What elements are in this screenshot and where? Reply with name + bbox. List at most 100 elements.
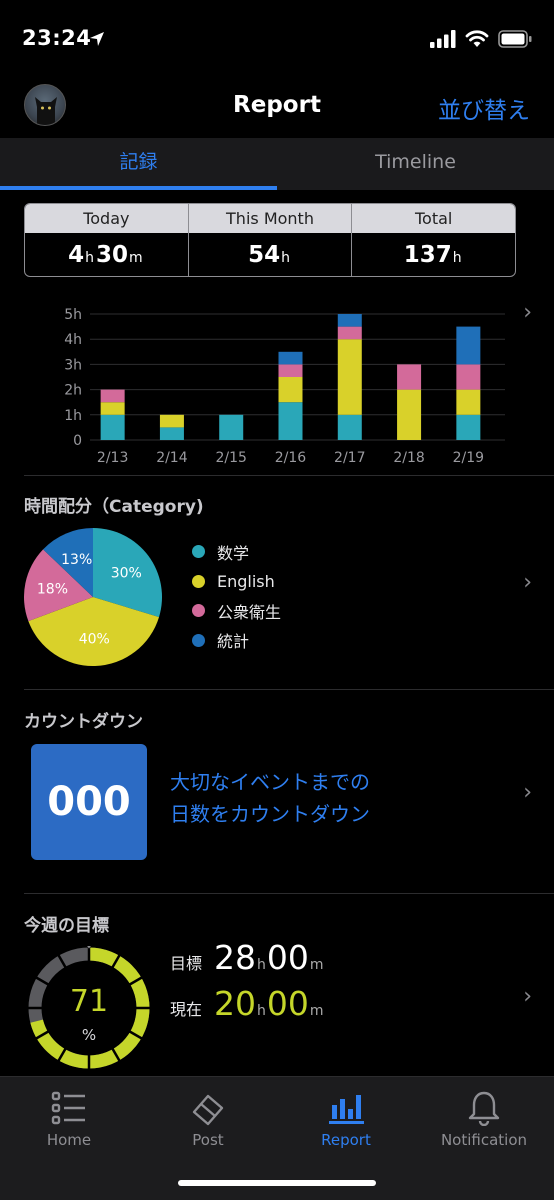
- bar-segment: [278, 364, 303, 377]
- home-indicator: [178, 1180, 376, 1186]
- legend-label: 公衆衛生: [217, 602, 282, 622]
- goal-target-hours: 28: [214, 938, 257, 977]
- legend-dot: [192, 633, 205, 647]
- bar-segment: [159, 427, 184, 440]
- today-minutes-unit: m: [128, 250, 143, 266]
- category-pie[interactable]: 30% 40% 18% 13%: [24, 528, 162, 666]
- divider: [24, 475, 554, 476]
- chart-chevron-icon[interactable]: ›: [523, 300, 532, 325]
- goal-chevron-icon[interactable]: ›: [523, 984, 532, 1009]
- y-tick-label: 2h: [64, 383, 82, 399]
- category-chevron-icon[interactable]: ›: [523, 570, 532, 595]
- legend-dot: [192, 574, 205, 588]
- y-tick-label: 5h: [64, 307, 82, 323]
- sort-button[interactable]: 並び替え: [438, 91, 530, 125]
- y-tick-label: 4h: [64, 332, 82, 348]
- legend-item: English: [192, 567, 281, 597]
- tabbar-notification[interactable]: Notification: [415, 1087, 553, 1149]
- legend-item: 公衆衛生: [192, 596, 281, 626]
- bar-segment: [397, 389, 422, 440]
- tabbar-report-label: Report: [321, 1131, 371, 1149]
- today-hours-unit: h: [85, 250, 94, 266]
- goal-current-m-unit: m: [309, 1003, 324, 1019]
- tabbar-post[interactable]: Post: [139, 1087, 277, 1149]
- bar-segment: [219, 414, 244, 440]
- countdown-chevron-icon[interactable]: ›: [523, 780, 532, 805]
- tab-records[interactable]: 記録: [0, 138, 277, 190]
- signal-icon: [430, 30, 456, 48]
- goal-current-minutes: 00: [266, 984, 309, 1023]
- total-hours: 137: [403, 242, 452, 268]
- bar-segment: [337, 326, 362, 340]
- goal-target-m-unit: m: [309, 957, 324, 973]
- countdown-description[interactable]: 大切なイベントまでの 日数をカウントダウン: [170, 766, 370, 830]
- x-tick-label: 2/13: [97, 450, 128, 466]
- segment-tabs: 記録 Timeline: [0, 138, 554, 190]
- goal-current-row: 現在 20 h 00 m: [170, 984, 325, 1023]
- summary-month-label: This Month: [188, 204, 352, 233]
- bar-segment: [337, 314, 362, 327]
- list-icon: [0, 1087, 138, 1129]
- divider: [24, 893, 554, 894]
- bar-chart-icon: [277, 1087, 415, 1129]
- tabbar-report[interactable]: Report: [277, 1087, 415, 1149]
- tab-timeline[interactable]: Timeline: [277, 138, 554, 190]
- legend-dot: [192, 545, 205, 559]
- pie-slice-label: 30%: [111, 565, 142, 581]
- x-tick-label: 2/19: [453, 450, 484, 466]
- legend-item: 統計: [192, 626, 281, 656]
- bar-segment: [100, 389, 125, 403]
- goal-target-minutes: 00: [266, 938, 309, 977]
- tabbar-notification-label: Notification: [440, 1131, 528, 1149]
- today-hours: 4: [68, 242, 85, 268]
- goal-current-hours: 20: [214, 984, 257, 1023]
- status-time: 23:24: [22, 26, 92, 50]
- location-arrow-icon: [90, 32, 104, 46]
- goal-target-h-unit: h: [257, 957, 266, 973]
- tabbar-home-label: Home: [46, 1131, 92, 1149]
- pie-slice-label: 18%: [37, 582, 68, 598]
- pie-slice-label: 40%: [79, 631, 110, 647]
- summary-today-label: Today: [25, 204, 188, 233]
- bar-segment: [456, 414, 481, 440]
- battery-icon: [498, 30, 532, 48]
- countdown-line-2: 日数をカウントダウン: [170, 802, 370, 826]
- x-tick-label: 2/18: [393, 450, 424, 466]
- goal-percent: 71: [69, 984, 109, 1019]
- nav-header: Report 並び替え: [0, 80, 554, 138]
- summary-month-value: 54h: [189, 233, 352, 276]
- tabbar-post-label: Post: [192, 1131, 224, 1149]
- bar-segment: [159, 414, 184, 428]
- legend-label: 数学: [217, 543, 250, 563]
- summary-today: Today 4h30m: [25, 204, 189, 276]
- category-title: 時間配分（Category): [24, 497, 204, 517]
- bar-segment: [337, 339, 362, 415]
- summary-today-value: 4h30m: [25, 233, 188, 276]
- tabbar-home[interactable]: Home: [0, 1087, 138, 1149]
- today-minutes: 30: [95, 242, 128, 268]
- countdown-title: カウントダウン: [24, 712, 143, 732]
- category-legend: 数学 English 公衆衛生 統計: [192, 537, 281, 655]
- legend-label: English: [217, 571, 275, 591]
- goal-target-row: 目標 28 h 00 m: [170, 938, 325, 977]
- bar-chart-svg: 0 1h 2h 3h 4h 5h 2/13 2/14 2/15 2/16 2/17 2/18 2/19: [64, 307, 505, 466]
- goal-percent-unit: %: [81, 1026, 97, 1044]
- bar-segment: [278, 377, 303, 403]
- month-hours-unit: h: [281, 250, 290, 266]
- countdown-box[interactable]: 000: [31, 744, 147, 860]
- x-tick-label: 2/14: [156, 450, 188, 466]
- summary-total: Total 137h: [352, 204, 515, 276]
- legend-label: 統計: [217, 632, 250, 652]
- total-hours-unit: h: [452, 250, 462, 266]
- goal-current-label: 現在: [170, 1000, 203, 1019]
- goal-title: 今週の目標: [24, 916, 109, 936]
- daily-chart[interactable]: 0 1h 2h 3h 4h 5h 2/13 2/14 2/15 2/16 2/17 2/18 2/19 …: [0, 296, 554, 471]
- goal-target-label: 目標: [170, 954, 203, 973]
- summary-total-value: 137h: [352, 233, 515, 276]
- status-icons: [430, 30, 532, 48]
- pie-slice-label: 13%: [61, 552, 92, 568]
- x-tick-label: 2/16: [275, 450, 307, 466]
- x-tick-label: 2/15: [215, 450, 246, 466]
- wifi-icon: [465, 30, 489, 47]
- bar-segment: [278, 402, 303, 440]
